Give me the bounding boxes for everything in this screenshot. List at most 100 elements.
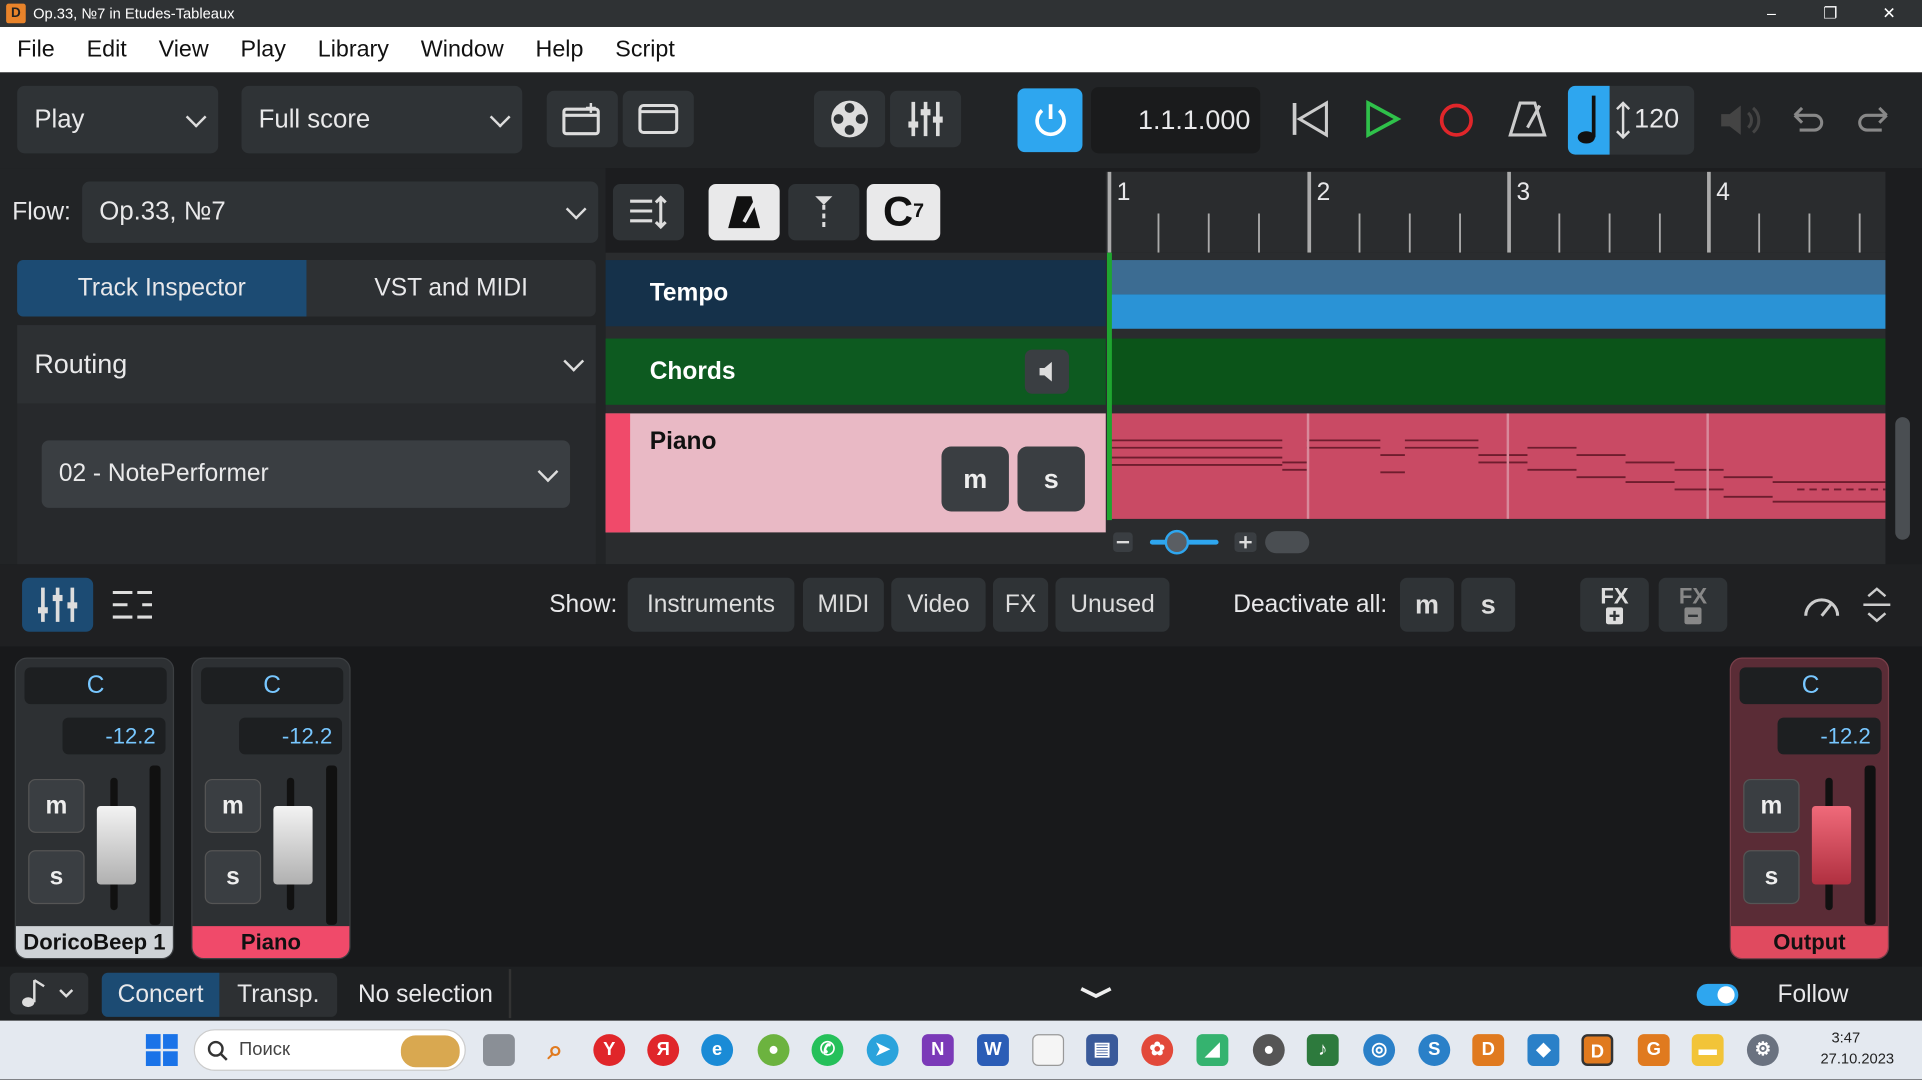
mute-button[interactable]: m xyxy=(28,778,85,833)
solo-button[interactable]: s xyxy=(28,850,85,905)
metronome-track-button[interactable] xyxy=(708,184,780,241)
minimize-button[interactable]: – xyxy=(1743,0,1799,27)
remove-fx-button[interactable]: FX xyxy=(1658,577,1728,632)
volume-readout[interactable]: -12.2 xyxy=(62,717,166,755)
file-icon[interactable] xyxy=(1032,1034,1065,1067)
search-app-icon[interactable]: ⌕ xyxy=(539,1034,571,1066)
tempo-mode-button[interactable] xyxy=(1567,85,1610,155)
collapse-mixer-button[interactable] xyxy=(1076,981,1115,1012)
channel-list-button[interactable] xyxy=(98,578,169,632)
horizontal-scrollbar[interactable] xyxy=(1265,531,1310,554)
mixer-view-button[interactable] xyxy=(22,577,94,632)
transposed-pitch-button[interactable]: Transp. xyxy=(219,972,338,1017)
record-button[interactable] xyxy=(1437,101,1476,146)
zoom-slider-handle[interactable] xyxy=(1164,529,1190,555)
menu-file[interactable]: File xyxy=(17,36,55,63)
vertical-scrollbar[interactable] xyxy=(1895,417,1910,540)
volume-fader[interactable] xyxy=(1811,805,1852,885)
mode-dropdown[interactable]: Play xyxy=(17,85,219,154)
microphone-icon[interactable]: ● xyxy=(1252,1034,1285,1067)
file-explorer-icon[interactable]: ▬ xyxy=(1691,1034,1724,1067)
zoom-in-button[interactable] xyxy=(1234,532,1257,553)
add-fx-button[interactable]: FX xyxy=(1580,577,1649,632)
video-button[interactable] xyxy=(813,90,886,148)
device-dropdown[interactable]: 02 - NotePerformer xyxy=(41,440,571,508)
engine-power-button[interactable] xyxy=(1017,88,1083,153)
undo-button[interactable] xyxy=(1790,105,1824,141)
chords-audition-button[interactable] xyxy=(1024,349,1069,394)
pan-control[interactable]: C xyxy=(1739,667,1882,705)
flow-dropdown[interactable]: Op.33, №7 xyxy=(82,181,599,243)
track-header-chords[interactable]: Chords xyxy=(605,338,1106,405)
telegram-icon[interactable]: ➤ xyxy=(866,1034,899,1067)
paint-icon[interactable]: ✿ xyxy=(1141,1034,1174,1067)
tab-vst-and-midi[interactable]: VST and MIDI xyxy=(306,260,595,316)
settings-gear-icon[interactable]: ⚙ xyxy=(1746,1034,1779,1067)
filter-instruments[interactable]: Instruments xyxy=(627,577,795,632)
network-app-icon[interactable]: ◎ xyxy=(1363,1034,1396,1067)
menu-edit[interactable]: Edit xyxy=(87,36,127,63)
track-header-piano[interactable]: Piano m s xyxy=(605,413,1106,533)
anydesk-icon[interactable]: ◆ xyxy=(1527,1034,1560,1067)
mixer-resize-button[interactable] xyxy=(1858,584,1895,632)
piano-lane[interactable] xyxy=(1110,413,1886,519)
volume-button[interactable] xyxy=(1719,103,1763,143)
dorico-icon[interactable]: D xyxy=(1472,1034,1505,1067)
new-tab-button[interactable] xyxy=(546,90,618,148)
app-icon[interactable]: ◢ xyxy=(1196,1034,1229,1067)
timeline-ruler[interactable]: 1 2 3 4 xyxy=(1105,171,1886,253)
volume-readout[interactable]: -12.2 xyxy=(239,717,343,755)
menu-view[interactable]: View xyxy=(159,36,209,63)
volume-readout[interactable]: -12.2 xyxy=(1777,717,1881,755)
yandex-icon[interactable]: Я xyxy=(647,1034,680,1067)
chord-track-button[interactable]: C7 xyxy=(866,184,941,241)
menu-script[interactable]: Script xyxy=(615,36,675,63)
meter-settings-button[interactable] xyxy=(1802,586,1841,629)
volume-fader[interactable] xyxy=(96,805,137,885)
start-button[interactable] xyxy=(145,1033,179,1073)
marker-track-button[interactable] xyxy=(788,184,860,241)
menu-help[interactable]: Help xyxy=(536,36,584,63)
solo-button[interactable]: s xyxy=(1743,850,1800,905)
play-button[interactable] xyxy=(1363,98,1402,146)
piano-solo-button[interactable]: s xyxy=(1017,446,1085,512)
click-button[interactable] xyxy=(1508,98,1547,146)
filter-midi[interactable]: MIDI xyxy=(802,577,884,632)
piano-mute-button[interactable]: m xyxy=(941,446,1009,512)
rewind-button[interactable] xyxy=(1290,98,1332,146)
mute-button[interactable]: m xyxy=(1743,778,1800,833)
dorico-active-icon[interactable]: D xyxy=(1581,1034,1614,1067)
skype-icon[interactable]: S xyxy=(1418,1034,1451,1067)
redo-button[interactable] xyxy=(1857,105,1891,141)
volume-fader[interactable] xyxy=(273,805,313,885)
filter-fx[interactable]: FX xyxy=(992,577,1049,632)
maximize-button[interactable]: ❐ xyxy=(1802,0,1858,27)
tempo-lane[interactable] xyxy=(1110,294,1886,329)
green-app-icon[interactable]: ● xyxy=(757,1034,790,1067)
taskbar-search[interactable]: Поиск xyxy=(193,1029,466,1071)
chart-app-icon[interactable]: ♪ xyxy=(1306,1034,1339,1067)
close-button[interactable]: ✕ xyxy=(1861,0,1917,27)
deactivate-solo-button[interactable]: s xyxy=(1461,577,1516,632)
document-viewer-icon[interactable]: ▤ xyxy=(1086,1034,1119,1067)
tab-track-inspector[interactable]: Track Inspector xyxy=(17,260,307,317)
pan-control[interactable]: C xyxy=(24,667,167,705)
chords-lane[interactable] xyxy=(1110,338,1886,405)
solo-button[interactable]: s xyxy=(204,850,262,905)
filter-unused[interactable]: Unused xyxy=(1055,577,1170,632)
note-input-menu[interactable] xyxy=(9,972,89,1015)
filter-video[interactable]: Video xyxy=(891,577,986,632)
concert-pitch-button[interactable]: Concert xyxy=(101,972,220,1017)
word-icon[interactable]: W xyxy=(977,1034,1009,1067)
deactivate-mute-button[interactable]: m xyxy=(1399,577,1454,632)
menu-window[interactable]: Window xyxy=(421,36,504,63)
mixer-button[interactable] xyxy=(890,90,962,148)
mute-button[interactable]: m xyxy=(204,778,262,833)
whatsapp-icon[interactable]: ✆ xyxy=(811,1034,844,1067)
follow-toggle[interactable] xyxy=(1696,983,1739,1006)
tempo-control[interactable]: 120 xyxy=(1567,85,1695,155)
window-button[interactable] xyxy=(622,90,694,148)
menu-library[interactable]: Library xyxy=(318,36,389,63)
pdf-app-icon[interactable]: G xyxy=(1637,1034,1670,1067)
yandex-browser-icon[interactable]: Y xyxy=(593,1034,626,1067)
